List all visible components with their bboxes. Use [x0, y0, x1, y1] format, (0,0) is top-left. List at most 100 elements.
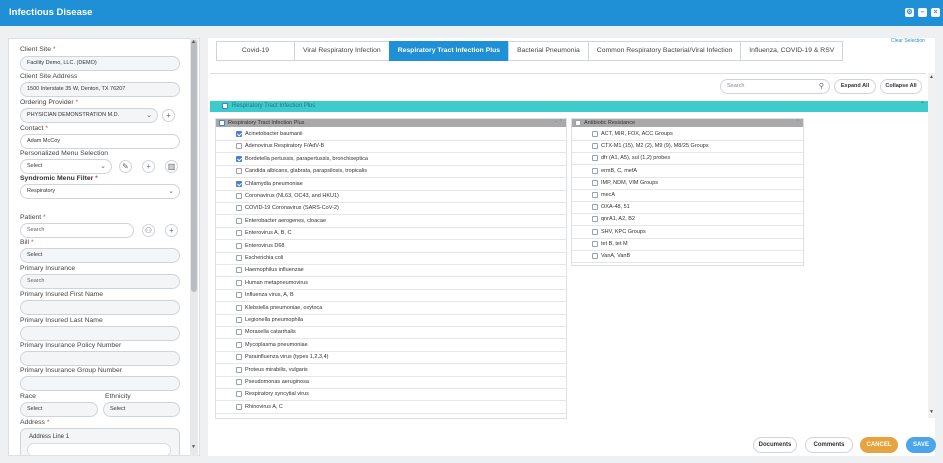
test-search-input[interactable]: Search ⚲: [720, 79, 830, 94]
expand-all-button[interactable]: Expand All: [834, 79, 876, 94]
pathogen-row[interactable]: Escherichia coli: [216, 253, 566, 265]
pathogen-row[interactable]: Mycoplasma pneumoniae: [216, 340, 566, 352]
pathogen-row[interactable]: COVID-19 Coronavirus (SARS-CoV-2): [216, 203, 566, 216]
tab-respiratory-tract-plus[interactable]: Respiratory Tract Infection Plus: [388, 41, 509, 61]
tab-bacterial-pneumonia[interactable]: Bacterial Pneumonia: [508, 41, 588, 61]
right-scrollbar[interactable]: ▲ ▼: [928, 73, 935, 418]
client-site-field[interactable]: Facility Demo, LLC. (DEMO): [20, 56, 180, 71]
pathogen-row[interactable]: Legionella pneumophila: [216, 315, 566, 327]
add-provider-button[interactable]: +: [162, 109, 175, 122]
collapse-all-button[interactable]: Collapse All: [880, 79, 922, 94]
pathogen-row[interactable]: Enterobacter aerogenes, cloacae: [216, 216, 566, 228]
tab-common-respiratory[interactable]: Common Respiratory Bacterial/Viral Infec…: [587, 41, 741, 61]
unchecked-checkbox[interactable]: [236, 168, 242, 175]
scroll-down-icon[interactable]: ▼: [929, 409, 934, 415]
unchecked-checkbox[interactable]: [236, 292, 242, 299]
unchecked-checkbox[interactable]: [236, 267, 242, 274]
bill-select[interactable]: Select: [20, 248, 180, 263]
unchecked-checkbox[interactable]: [592, 143, 598, 150]
pathogen-row[interactable]: Bordetella pertussis, parapertussis, bro…: [216, 154, 566, 166]
unchecked-checkbox[interactable]: [236, 354, 242, 361]
resistance-gene-row[interactable]: OXA-48, 51: [572, 202, 803, 215]
scroll-up-icon[interactable]: ▲: [191, 39, 196, 45]
pathogen-row[interactable]: Acinetobacter baumanii: [216, 129, 566, 141]
resistance-gene-row[interactable]: CTX-M1 (15), M2 (2), M9 (9), M8/25 Group…: [572, 141, 803, 154]
pathogen-row[interactable]: Proteus mirabilis, vulgaris: [216, 365, 566, 377]
pathogen-row[interactable]: Human metapneumovirus: [216, 278, 566, 290]
checked-checkbox[interactable]: [236, 131, 242, 137]
unchecked-checkbox[interactable]: [236, 230, 242, 237]
tab-covid-19[interactable]: Covid-19: [216, 41, 294, 61]
unchecked-checkbox[interactable]: [236, 242, 242, 249]
unchecked-checkbox[interactable]: [236, 329, 242, 336]
delete-menu-button[interactable]: ▥: [165, 160, 178, 173]
pathogen-row[interactable]: Respiratory syncytial virus: [216, 389, 566, 402]
pathogen-row[interactable]: Moraxella catarrhalis: [216, 327, 566, 340]
pathogen-row[interactable]: Enterovirus D68: [216, 241, 566, 253]
checked-checkbox[interactable]: [236, 180, 242, 187]
scroll-up-icon[interactable]: ▲: [929, 74, 934, 80]
resistance-gene-row[interactable]: ACT, MIR, FOX, ACC Groups: [572, 129, 803, 141]
unchecked-checkbox[interactable]: [592, 192, 598, 198]
comments-button[interactable]: Comments: [805, 437, 853, 453]
unchecked-checkbox[interactable]: [236, 304, 242, 311]
close-icon[interactable]: ×: [931, 8, 940, 17]
pathogen-row[interactable]: Enterovirus A, B, C: [216, 228, 566, 241]
personalized-menu-select[interactable]: Select ⌄: [20, 159, 112, 174]
address-line1-input[interactable]: [27, 443, 171, 455]
unchecked-checkbox[interactable]: [236, 205, 242, 212]
unchecked-checkbox[interactable]: [236, 379, 242, 385]
policy-number-field[interactable]: [20, 351, 180, 366]
contact-field[interactable]: Adam McCoy: [20, 134, 180, 149]
resistance-gene-row[interactable]: SHV, KPC Groups: [572, 227, 803, 239]
race-select[interactable]: Select: [20, 402, 98, 417]
resistance-gene-row[interactable]: mecA: [572, 190, 803, 202]
resistance-gene-row[interactable]: dfr (A1, A5), sul (1,2) probes: [572, 153, 803, 166]
pathogen-row[interactable]: Coronavirus (NL63, OC43, and HKU1): [216, 191, 566, 203]
unchecked-checkbox[interactable]: [236, 217, 242, 224]
cancel-button[interactable]: CANCEL: [860, 437, 898, 453]
tab-viral-respiratory[interactable]: Viral Respiratory Infection: [294, 41, 389, 61]
resistance-gene-row[interactable]: tet B, tet M: [572, 239, 803, 251]
left-scrollbar-thumb[interactable]: [191, 40, 197, 292]
resistance-gene-row[interactable]: VanA, VanB: [572, 251, 803, 263]
add-menu-button[interactable]: +: [142, 160, 155, 173]
edit-menu-button[interactable]: ✎: [119, 160, 132, 173]
pathogen-row[interactable]: Influenza virus, A, B: [216, 290, 566, 303]
primary-insurance-search[interactable]: Search: [20, 274, 180, 289]
pathogen-row[interactable]: Chlamydia pneumoniae: [216, 179, 566, 191]
add-patient-button[interactable]: +: [165, 224, 178, 237]
primary-insured-first-field[interactable]: [20, 300, 180, 315]
tab-influenza-covid-rsv[interactable]: Influenza, COVID-19 & RSV: [740, 41, 844, 61]
pathogen-row[interactable]: Candida albicans, glabrata, parapsilosis…: [216, 166, 566, 179]
panel-toggle-icon[interactable]: – ⌃: [555, 119, 563, 125]
pathogen-row[interactable]: Adenovirus Respiratory F/AdV-B: [216, 141, 566, 154]
syndromic-menu-select[interactable]: Respiratory ⌄: [20, 184, 180, 199]
group-checkbox[interactable]: [222, 103, 228, 109]
pathogen-row[interactable]: Parainfluenza virus (types 1,2,3,4): [216, 352, 566, 365]
unchecked-checkbox[interactable]: [236, 317, 242, 323]
pathogen-row[interactable]: Rhinovirus A, C: [216, 402, 566, 414]
pathogen-row[interactable]: Klebsiella pneumoniae, oxytoca: [216, 303, 566, 315]
unchecked-checkbox[interactable]: [236, 391, 242, 398]
group-number-field[interactable]: [20, 376, 180, 391]
settings-icon[interactable]: ⚙: [905, 8, 914, 17]
patient-lookup-button[interactable]: ⚇: [142, 224, 155, 237]
unchecked-checkbox[interactable]: [592, 204, 598, 211]
resistance-gene-row[interactable]: IMP, NDM, VIM Groups: [572, 178, 803, 190]
ethnicity-select[interactable]: Select: [103, 402, 180, 417]
rtip-select-all-checkbox[interactable]: [219, 120, 225, 126]
unchecked-checkbox[interactable]: [236, 193, 242, 199]
unchecked-checkbox[interactable]: [236, 255, 242, 261]
unchecked-checkbox[interactable]: [592, 131, 598, 137]
chevron-up-icon[interactable]: ⌃: [920, 101, 925, 108]
resistance-gene-row[interactable]: qnrA1, A2, B2: [572, 214, 803, 227]
clear-selection-link[interactable]: Clear Selection: [891, 38, 925, 44]
pathogen-row[interactable]: Haemophilus influenzae: [216, 265, 566, 278]
pathogen-row[interactable]: Pseudomonas aeruginosa: [216, 377, 566, 389]
patient-search-input[interactable]: Search: [20, 223, 134, 238]
scroll-down-icon[interactable]: ▼: [191, 444, 196, 450]
unchecked-checkbox[interactable]: [236, 143, 242, 150]
panel-toggle-icon[interactable]: ⌃: [796, 119, 800, 125]
antibiotic-select-all-checkbox[interactable]: [575, 120, 581, 126]
